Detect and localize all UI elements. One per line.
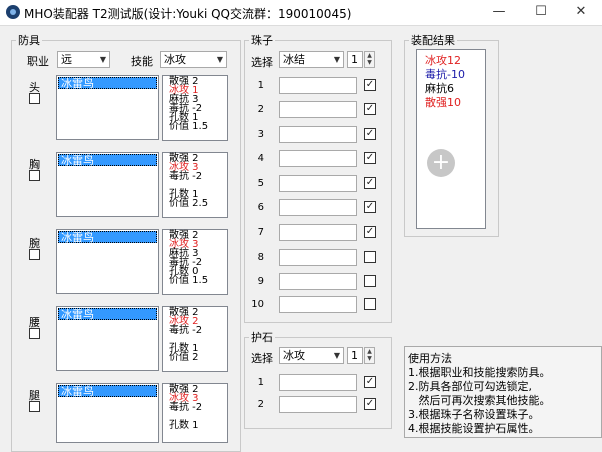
bead-count-input[interactable]: 1	[347, 51, 363, 68]
bead-checkbox[interactable]: ✓	[364, 103, 376, 115]
bead-select-label: 选择	[251, 56, 273, 69]
bead-checkbox[interactable]: ✓	[364, 79, 376, 91]
bead-checkbox[interactable]: ✓	[364, 201, 376, 213]
item-list-wrist[interactable]: 冰雷鸟	[56, 229, 159, 294]
bead-row-number: 7	[257, 227, 264, 238]
title-bar: MHO装配器 T2测试版(设计:Youki QQ交流群：190010045) —…	[0, 0, 602, 26]
bead-input[interactable]	[279, 101, 357, 118]
skill-label: 技能	[131, 55, 153, 68]
bead-input[interactable]	[279, 249, 357, 266]
stats-box-waist: 散强 2 冰攻 2 毒抗 -2 孔数 1 价值 2	[162, 306, 228, 372]
stat-line: 价值 2.5	[169, 198, 209, 209]
help-line: 4.根据技能设置护石属性。	[408, 422, 540, 435]
bead-input[interactable]	[279, 273, 357, 290]
bead-input[interactable]	[279, 150, 357, 167]
bead-checkbox[interactable]: ✓	[364, 177, 376, 189]
bead-checkbox[interactable]	[364, 298, 376, 310]
list-item[interactable]: 冰雷鸟	[58, 385, 157, 398]
stat-line: 价值 1.5	[169, 275, 209, 286]
lock-checkbox-wrist[interactable]	[29, 249, 40, 260]
skill-select-value: 冰攻	[164, 53, 186, 66]
bead-count-spinner[interactable]: ▲ ▼	[364, 51, 375, 68]
stats-box-head: 散强 2 冰攻 1 麻抗 3 毒抗 -2 孔数 1 价值 1.5	[162, 75, 228, 141]
amulet-checkbox[interactable]: ✓	[364, 398, 376, 410]
bead-row-number: 4	[257, 153, 264, 164]
list-item[interactable]: 冰雷鸟	[58, 77, 157, 90]
bead-input[interactable]	[279, 126, 357, 143]
bead-row-number: 9	[257, 276, 264, 287]
amulet-row-number: 2	[257, 399, 264, 410]
amulet-group-label: 护石	[249, 329, 275, 345]
job-select-value: 远	[61, 53, 72, 66]
close-button[interactable]: ✕	[560, 0, 602, 25]
bead-input[interactable]	[279, 77, 357, 94]
lock-checkbox-head[interactable]	[29, 93, 40, 104]
armor-group-label: 防具	[16, 32, 42, 48]
chevron-down-icon: ▼	[216, 55, 223, 64]
bead-row-number: 2	[257, 104, 264, 115]
amulet-input[interactable]	[279, 396, 357, 413]
job-select[interactable]: 远 ▼	[57, 51, 110, 68]
bead-row-number: 10	[251, 299, 264, 310]
list-item[interactable]: 冰雷鸟	[58, 308, 157, 321]
stat-line: 毒抗 -2	[169, 325, 203, 336]
amulet-count-input[interactable]: 1	[347, 347, 363, 364]
bead-select[interactable]: 冰结 ▼	[279, 51, 344, 68]
list-item[interactable]: 冰雷鸟	[58, 231, 157, 244]
list-item[interactable]: 冰雷鸟	[58, 154, 157, 167]
bead-select-value: 冰结	[283, 53, 305, 66]
result-line: 散强10	[425, 96, 461, 109]
bead-checkbox[interactable]: ✓	[364, 152, 376, 164]
plus-circle-icon[interactable]: +	[427, 149, 455, 177]
bead-row-number: 8	[257, 252, 264, 263]
stat-line: 毒抗 -2	[169, 171, 203, 182]
amulet-select[interactable]: 冰攻 ▼	[279, 347, 344, 364]
item-list-head[interactable]: 冰雷鸟	[56, 75, 159, 140]
window-title: MHO装配器 T2测试版(设计:Youki QQ交流群：190010045)	[24, 7, 352, 21]
stats-box-legs: 散强 2 冰攻 3 毒抗 -2 孔数 1	[162, 383, 228, 443]
bead-checkbox[interactable]: ✓	[364, 226, 376, 238]
result-group-label: 装配结果	[409, 32, 457, 48]
amulet-row-number: 1	[257, 377, 264, 388]
stat-line: 价值 2	[169, 352, 199, 363]
beads-group-label: 珠子	[249, 32, 275, 48]
amulet-count-spinner[interactable]: ▲ ▼	[364, 347, 375, 364]
help-box: 使用方法 1.根据职业和技能搜索防具。 2.防具各部位可勾选锁定, 然后可再次搜…	[404, 346, 602, 438]
stat-line: 孔数 1	[169, 420, 199, 431]
stat-line: 价值 1.5	[169, 121, 209, 132]
amulet-checkbox[interactable]: ✓	[364, 376, 376, 388]
bead-row-number: 3	[257, 129, 264, 140]
amulet-select-label: 选择	[251, 352, 273, 365]
lock-checkbox-chest[interactable]	[29, 170, 40, 181]
item-list-waist[interactable]: 冰雷鸟	[56, 306, 159, 371]
chevron-down-icon: ▼	[99, 55, 106, 64]
lock-checkbox-waist[interactable]	[29, 328, 40, 339]
minimize-button[interactable]: —	[478, 0, 520, 25]
chevron-down-icon: ▼	[333, 351, 340, 360]
bead-row-number: 5	[257, 178, 264, 189]
bead-input[interactable]	[279, 175, 357, 192]
lock-checkbox-legs[interactable]	[29, 401, 40, 412]
stats-box-chest: 散强 2 冰攻 3 毒抗 -2 孔数 1 价值 2.5	[162, 152, 228, 218]
result-list[interactable]: 冰攻12 毒抗-10 麻抗6 散强10 +	[416, 49, 486, 229]
amulet-input[interactable]	[279, 374, 357, 391]
bead-input[interactable]	[279, 296, 357, 313]
item-list-chest[interactable]: 冰雷鸟	[56, 152, 159, 217]
bead-checkbox[interactable]	[364, 275, 376, 287]
bead-checkbox[interactable]: ✓	[364, 128, 376, 140]
amulet-select-value: 冰攻	[283, 349, 305, 362]
bead-row-number: 6	[257, 202, 264, 213]
job-label: 职业	[27, 55, 49, 68]
app-icon	[6, 5, 20, 19]
maximize-button[interactable]: ☐	[520, 0, 562, 25]
bead-row-number: 1	[257, 80, 264, 91]
item-list-legs[interactable]: 冰雷鸟	[56, 383, 159, 443]
chevron-down-icon: ▼	[333, 55, 340, 64]
stat-line: 毒抗 -2	[169, 402, 203, 413]
stats-box-wrist: 散强 2 冰攻 3 麻抗 3 毒抗 -2 孔数 0 价值 1.5	[162, 229, 228, 295]
skill-select[interactable]: 冰攻 ▼	[160, 51, 227, 68]
bead-checkbox[interactable]	[364, 251, 376, 263]
bead-input[interactable]	[279, 224, 357, 241]
bead-input[interactable]	[279, 199, 357, 216]
